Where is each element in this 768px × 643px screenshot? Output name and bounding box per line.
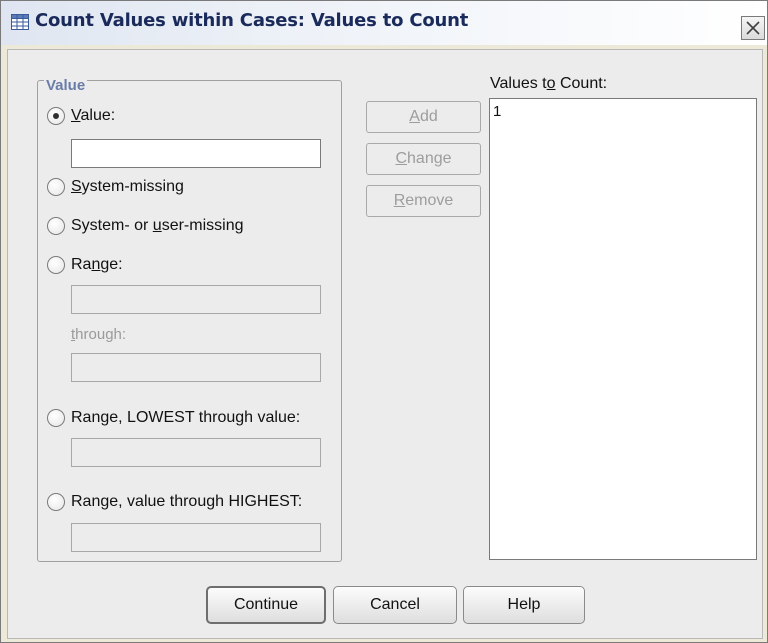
radio-value-label: Value:: [71, 107, 116, 124]
remove-button[interactable]: Remove: [366, 185, 481, 217]
radio-range[interactable]: Range:: [47, 256, 123, 274]
radio-range-lowest-label: Range, LOWEST through value:: [71, 409, 301, 426]
close-button[interactable]: [741, 16, 765, 40]
radio-indicator: [47, 256, 65, 274]
values-to-count-list[interactable]: 1: [489, 98, 757, 560]
add-button[interactable]: Add: [366, 101, 481, 133]
value-input[interactable]: [71, 139, 321, 168]
title-bar[interactable]: Count Values within Cases: Values to Cou…: [1, 1, 767, 45]
radio-range-highest-label: Range, value through HIGHEST:: [71, 493, 303, 510]
radio-indicator: [47, 409, 65, 427]
change-button[interactable]: Change: [366, 143, 481, 175]
radio-range-label: Range:: [71, 256, 123, 273]
radio-system-or-user-missing[interactable]: System- or user-missing: [47, 217, 244, 235]
range-low-input[interactable]: [71, 285, 321, 314]
radio-indicator: [47, 217, 65, 235]
value-group-title: Value: [44, 77, 88, 94]
radio-range-lowest[interactable]: Range, LOWEST through value:: [47, 409, 300, 427]
radio-system-missing[interactable]: System-missing: [47, 178, 184, 196]
dialog-content: Value Value: System-missing System- or u…: [7, 49, 763, 639]
lowest-value-input[interactable]: [71, 438, 321, 467]
table-icon: [11, 14, 29, 30]
values-to-count-label: Values to Count:: [490, 75, 608, 92]
dialog-window: Count Values within Cases: Values to Cou…: [0, 0, 768, 643]
radio-indicator: [47, 178, 65, 196]
list-item[interactable]: 1: [490, 99, 756, 120]
cancel-button[interactable]: Cancel: [333, 586, 457, 624]
radio-range-highest[interactable]: Range, value through HIGHEST:: [47, 493, 302, 511]
continue-button[interactable]: Continue: [206, 586, 326, 624]
highest-value-input[interactable]: [71, 523, 321, 552]
radio-system-missing-label: System-missing: [71, 178, 184, 195]
radio-indicator: [47, 493, 65, 511]
radio-system-or-user-missing-label: System- or user-missing: [71, 217, 244, 234]
through-label: through:: [71, 326, 127, 343]
help-button[interactable]: Help: [463, 586, 585, 624]
close-icon: [746, 21, 760, 35]
radio-value[interactable]: Value:: [47, 107, 115, 125]
dialog-title: Count Values within Cases: Values to Cou…: [35, 10, 469, 31]
radio-indicator: [47, 107, 65, 125]
range-high-input[interactable]: [71, 353, 321, 382]
